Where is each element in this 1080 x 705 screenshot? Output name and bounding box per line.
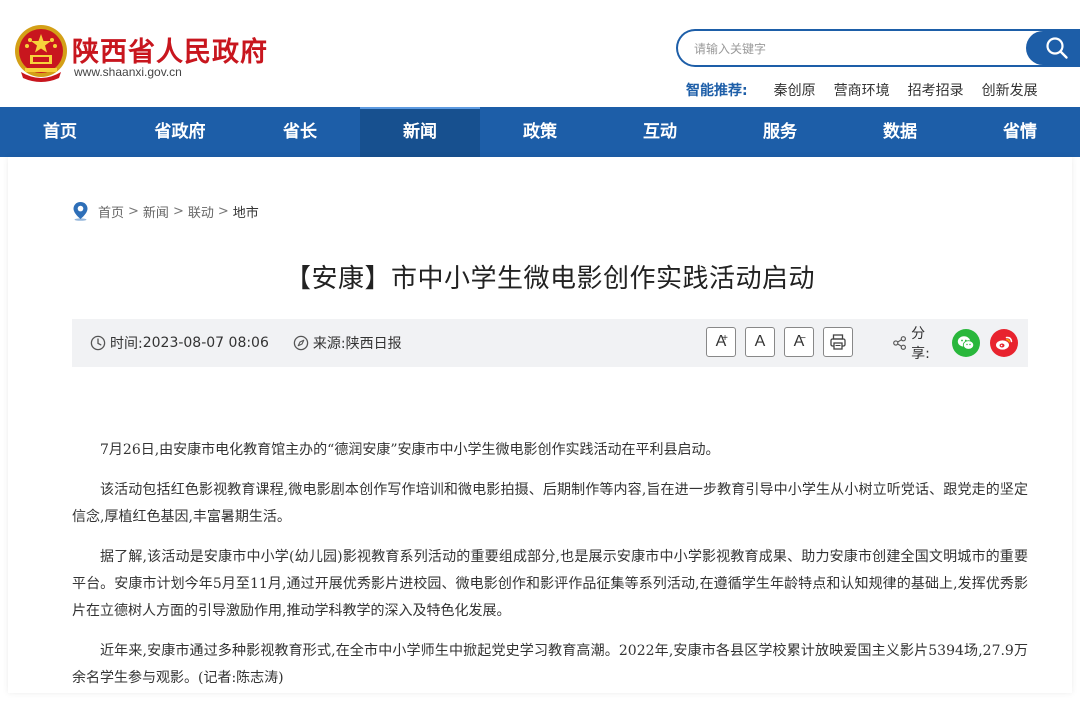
smart-recommend: 智能推荐: 秦创原 营商环境 招考招录 创新发展 (686, 80, 1056, 100)
search-box (676, 29, 1080, 67)
breadcrumb-city[interactable]: 地市 (233, 202, 259, 221)
publish-time: 时间: 2023-08-07 08:06 (90, 333, 269, 353)
font-default-label: A (754, 333, 766, 350)
article-title: 【安康】市中小学生微电影创作实践活动启动 (284, 264, 815, 294)
breadcrumb-separator: > (172, 203, 184, 219)
share-weibo-button[interactable] (990, 329, 1018, 357)
breadcrumb-home[interactable]: 首页 (98, 202, 124, 221)
main-nav: 首页 省政府 省长 新闻 政策 互动 服务 数据 省情 (0, 107, 1080, 157)
article-source: 来源: 陕西日报 (293, 333, 402, 353)
nav-item-policy[interactable]: 政策 (480, 107, 600, 157)
article-body: 7月26日,由安康市电化教育馆主办的“德润安康”安康市中小学生微电影创作实践活动… (72, 437, 1028, 705)
location-icon (73, 202, 88, 221)
national-emblem-icon[interactable] (13, 24, 69, 82)
minus-icon: − (800, 333, 806, 344)
nav-item-data[interactable]: 数据 (840, 107, 960, 157)
recommend-label: 智能推荐: (686, 83, 748, 99)
font-default-button[interactable]: A (745, 327, 775, 357)
site-domain: www.shaanxi.gov.cn (74, 65, 182, 79)
share-label: 分享: (911, 326, 930, 362)
nav-item-service[interactable]: 服务 (720, 107, 840, 157)
site-header: 陕西省人民政府 www.shaanxi.gov.cn 智能推荐: 秦创原 营商环… (0, 0, 1080, 107)
article-meta: 时间: 2023-08-07 08:06 来源: 陕西日报 (90, 319, 426, 367)
article-paragraph: 7月26日,由安康市电化教育馆主办的“德润安康”安康市中小学生微电影创作实践活动… (100, 442, 720, 458)
nav-item-interaction[interactable]: 互动 (600, 107, 720, 157)
recommend-item-business-env[interactable]: 营商环境 (834, 80, 890, 100)
recommend-item-recruitment[interactable]: 招考招录 (908, 80, 964, 100)
wechat-icon (957, 336, 975, 350)
article-paragraph: 据了解,该活动是安康市中小学(幼儿园)影视教育系列活动的重要组成部分,也是展示安… (72, 549, 1028, 619)
clock-icon (90, 335, 106, 351)
breadcrumb-separator: > (128, 203, 139, 219)
compass-icon (293, 335, 309, 351)
search-button[interactable] (1026, 31, 1080, 65)
nav-item-province-info[interactable]: 省情 (960, 107, 1080, 157)
article-paragraph: 近年来,安康市通过多种影视教育形式,在全市中小学师生中掀起党史学习教育高潮。20… (72, 643, 1028, 686)
site-title[interactable]: 陕西省人民政府 (72, 30, 268, 69)
breadcrumb-news[interactable]: 新闻 (143, 202, 169, 221)
time-value: 2023-08-07 08:06 (142, 335, 269, 351)
share-area: 分享: (892, 319, 1028, 367)
article-paragraph: 该活动包括红色影视教育课程,微电影剧本创作写作培训和微电影拍摄、后期制作等内容,… (72, 482, 1028, 525)
search-icon (1046, 37, 1068, 59)
nav-item-home[interactable]: 首页 (0, 107, 120, 157)
source-label: 来源: (312, 336, 346, 352)
recommend-item-innovation[interactable]: 创新发展 (982, 80, 1038, 100)
print-icon (830, 334, 846, 350)
source-value: 陕西日报 (345, 336, 402, 352)
nav-item-provincial-gov[interactable]: 省政府 (120, 107, 240, 157)
font-increase-button[interactable]: A + (706, 327, 736, 357)
nav-item-governor[interactable]: 省长 (240, 107, 360, 157)
recommend-item-qinchuangyuan[interactable]: 秦创原 (774, 80, 816, 100)
plus-icon: + (722, 333, 728, 344)
font-decrease-button[interactable]: A − (784, 327, 814, 357)
print-button[interactable] (823, 327, 853, 357)
weibo-icon (996, 336, 1013, 350)
article-tools: A + A A − (706, 327, 862, 357)
share-wechat-button[interactable] (952, 329, 980, 357)
breadcrumb: 首页 > 新闻 > 联动 > 地市 (72, 201, 259, 221)
time-label: 时间: (110, 336, 143, 352)
search-input[interactable] (692, 37, 1016, 61)
nav-item-news[interactable]: 新闻 (360, 107, 480, 157)
share-icon (893, 336, 906, 350)
breadcrumb-linkage[interactable]: 联动 (188, 202, 214, 221)
breadcrumb-separator: > (217, 203, 229, 219)
article-meta-bar: 时间: 2023-08-07 08:06 来源: 陕西日报 A+ A A− (72, 319, 1028, 367)
